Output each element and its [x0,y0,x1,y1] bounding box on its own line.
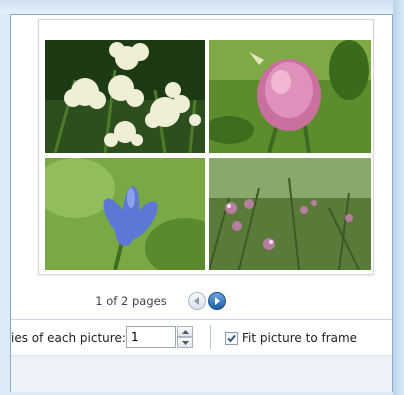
forward-arrow-icon [215,297,220,305]
clover-photo [209,40,371,153]
copies-spinner [177,326,193,348]
copies-label: ies of each picture: [11,331,126,345]
previous-page-button[interactable] [188,292,206,310]
print-pictures-window: 1 of 2 pages ies of each picture: 1 Fit … [10,14,393,392]
chevron-up-icon [181,329,189,334]
window-title-strip [0,0,404,14]
next-page-button[interactable] [208,292,226,310]
window-frame-edge [393,0,404,395]
chevron-down-icon [181,340,189,345]
copies-increment-button[interactable] [177,326,193,337]
options-separator [210,325,211,349]
page-navigation: 1 of 2 pages [11,291,392,313]
preview-page [38,19,374,275]
meadow-photo [209,158,371,270]
print-preview-area: 1 of 2 pages [11,15,392,319]
print-options-bar: ies of each picture: Fit picture to fram… [11,319,392,355]
fit-picture-checkbox[interactable] [225,332,238,345]
yarrow-photo [45,40,205,153]
dialog-footer [11,355,392,392]
copies-decrement-button[interactable] [177,337,193,348]
fit-picture-label[interactable]: Fit picture to frame [242,331,357,345]
page-count-label: 1 of 2 pages [95,294,167,308]
chicory-photo [45,158,205,270]
back-arrow-icon [194,297,199,305]
checkmark-icon [227,334,236,343]
copies-input[interactable] [126,326,176,348]
